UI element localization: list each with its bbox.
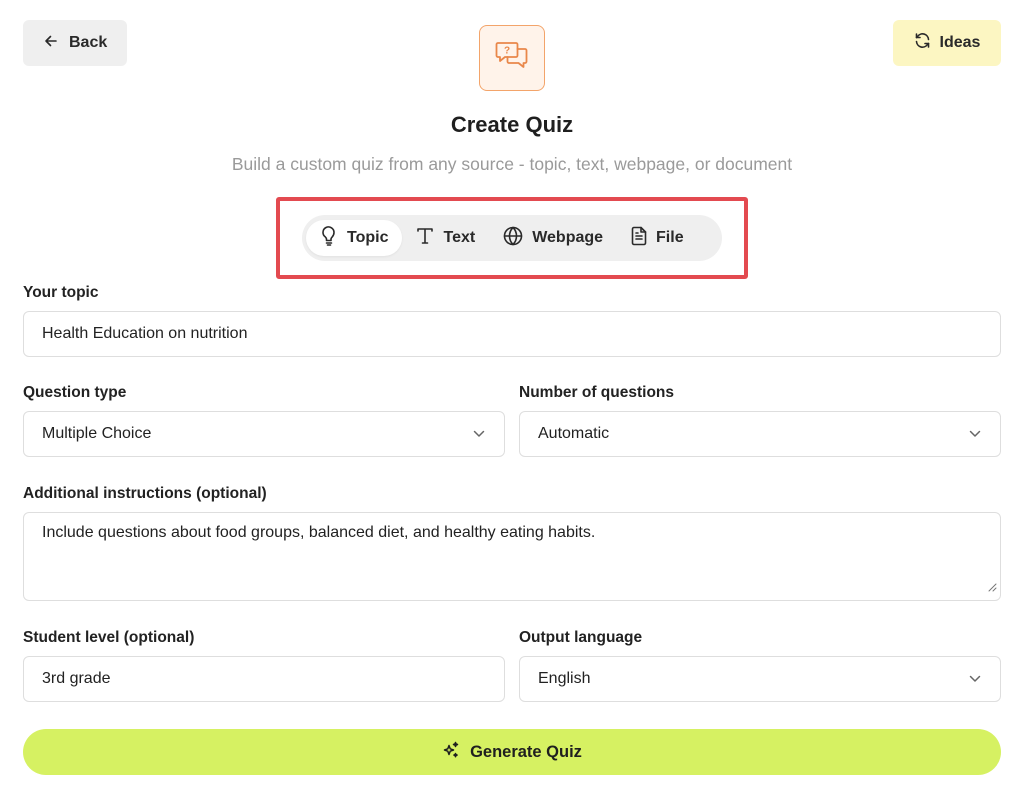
quiz-logo: ? bbox=[479, 25, 545, 91]
generate-quiz-label: Generate Quiz bbox=[470, 742, 582, 761]
source-tabs: Topic Text Webpage File bbox=[302, 215, 722, 261]
globe-icon bbox=[503, 226, 523, 251]
chevron-down-icon bbox=[968, 427, 982, 441]
page-subtitle: Build a custom quiz from any source - to… bbox=[231, 154, 793, 174]
topic-label: Your topic bbox=[23, 284, 99, 301]
tab-file-label: File bbox=[656, 229, 684, 246]
refresh-icon bbox=[914, 32, 931, 54]
instructions-value: Include questions about food groups, bal… bbox=[42, 524, 596, 541]
num-questions-value: Automatic bbox=[538, 425, 610, 442]
num-questions-label: Number of questions bbox=[519, 384, 675, 401]
svg-text:?: ? bbox=[504, 45, 510, 56]
tab-webpage[interactable]: Webpage bbox=[489, 220, 617, 256]
student-level-value: 3rd grade bbox=[42, 670, 111, 687]
tab-webpage-label: Webpage bbox=[532, 229, 604, 246]
tab-text-label: Text bbox=[443, 229, 476, 246]
arrow-left-icon bbox=[43, 33, 59, 54]
file-icon bbox=[631, 226, 647, 251]
sparkles-icon bbox=[442, 741, 460, 764]
back-button[interactable]: Back bbox=[23, 20, 127, 66]
ideas-button-label: Ideas bbox=[939, 34, 981, 51]
student-level-input[interactable]: 3rd grade bbox=[23, 656, 505, 702]
chevron-down-icon bbox=[968, 672, 982, 686]
tab-file[interactable]: File bbox=[617, 220, 698, 256]
question-type-select[interactable]: Multiple Choice bbox=[23, 411, 505, 457]
tab-topic-label: Topic bbox=[347, 229, 389, 246]
student-level-label: Student level (optional) bbox=[23, 629, 195, 646]
tab-text[interactable]: Text bbox=[402, 220, 489, 256]
question-type-value: Multiple Choice bbox=[42, 425, 152, 442]
question-type-label: Question type bbox=[23, 384, 127, 401]
chat-question-icon: ? bbox=[495, 40, 529, 77]
tab-topic[interactable]: Topic bbox=[306, 220, 403, 256]
output-language-value: English bbox=[538, 670, 591, 687]
ideas-button[interactable]: Ideas bbox=[893, 20, 1001, 66]
back-button-label: Back bbox=[69, 34, 108, 51]
generate-quiz-button[interactable]: Generate Quiz bbox=[23, 729, 1001, 775]
text-icon bbox=[416, 227, 434, 250]
output-language-label: Output language bbox=[519, 629, 643, 646]
output-language-select[interactable]: English bbox=[519, 656, 1001, 702]
lightbulb-icon bbox=[320, 225, 338, 251]
page-title: Create Quiz bbox=[450, 112, 574, 137]
chevron-down-icon bbox=[472, 427, 486, 441]
instructions-label: Additional instructions (optional) bbox=[23, 485, 267, 502]
instructions-textarea[interactable]: Include questions about food groups, bal… bbox=[23, 512, 1001, 601]
resize-handle-icon[interactable] bbox=[988, 579, 997, 597]
topic-input-value: Health Education on nutrition bbox=[42, 325, 248, 342]
topic-input[interactable]: Health Education on nutrition bbox=[23, 311, 1001, 357]
num-questions-select[interactable]: Automatic bbox=[519, 411, 1001, 457]
